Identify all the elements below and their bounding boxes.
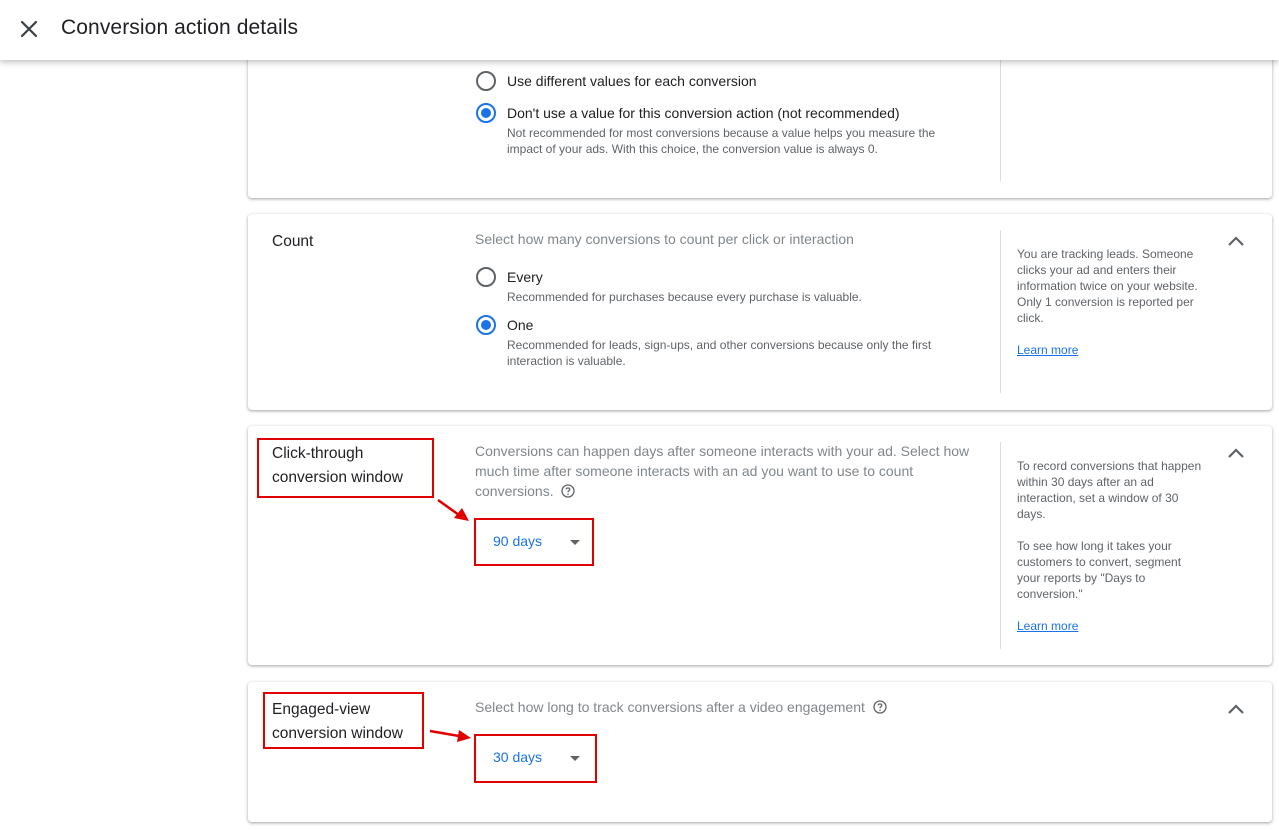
engaged-view-card: Engaged-view conversion window Select ho… — [248, 682, 1272, 822]
learn-more-container: Learn more — [1017, 618, 1202, 634]
side-help-text: To record conversions that happen within… — [1017, 459, 1202, 521]
radio-button-selected[interactable] — [476, 103, 496, 123]
page-title: Conversion action details — [61, 16, 299, 39]
learn-more-link[interactable]: Learn more — [1017, 343, 1078, 357]
count-card: Count Select how many conversions to cou… — [248, 214, 1272, 410]
radio-sublabel: Not recommended for most conversions bec… — [507, 126, 936, 156]
click-through-window-dropdown[interactable]: 90 days — [475, 520, 593, 564]
click-through-card: Click-through conversion window Conversi… — [248, 426, 1272, 665]
radio-button[interactable] — [476, 267, 496, 287]
vertical-divider — [1000, 230, 1001, 393]
help-icon[interactable] — [561, 483, 576, 503]
section-title-line: conversion window — [272, 469, 403, 486]
description-text: Conversions can happen days after someon… — [475, 443, 970, 499]
section-title: Engaged-view conversion window — [272, 698, 403, 746]
close-icon[interactable] — [16, 16, 42, 42]
description-text: Select how long to track conversions aft… — [475, 699, 865, 715]
dropdown-caret-icon — [570, 540, 580, 545]
section-description: Select how many conversions to count per… — [475, 231, 854, 247]
dropdown-value: 90 days — [493, 533, 543, 549]
radio-label: Don't use a value for this conversion ac… — [507, 105, 900, 121]
section-title-line: Click-through — [272, 445, 364, 462]
radio-button-selected[interactable] — [476, 315, 496, 335]
engaged-view-window-dropdown[interactable]: 30 days — [475, 736, 593, 780]
chevron-up-icon[interactable] — [1225, 699, 1247, 721]
radio-sublabel: Recommended for leads, sign-ups, and oth… — [507, 338, 932, 368]
side-help-text: You are tracking leads. Someone clicks y… — [1017, 247, 1198, 325]
radio-button[interactable] — [476, 71, 496, 91]
help-icon[interactable] — [873, 699, 887, 719]
section-title-line: Engaged-view — [272, 701, 371, 718]
vertical-divider — [1000, 442, 1001, 649]
section-title-line: conversion window — [272, 725, 403, 742]
radio-label: One — [507, 317, 534, 333]
dropdown-caret-icon — [570, 756, 580, 761]
chevron-up-icon[interactable] — [1225, 231, 1247, 253]
section-description: Conversions can happen days after someon… — [475, 441, 987, 503]
vertical-divider — [1000, 60, 1001, 181]
top-app-bar: Conversion action details — [0, 0, 1279, 60]
radio-label: Use different values for each conversion — [507, 73, 757, 89]
radio-label: Every — [507, 269, 543, 285]
dropdown-value: 30 days — [493, 749, 543, 765]
radio-sublabel: Recommended for purchases because every … — [507, 290, 862, 304]
section-description: Select how long to track conversions aft… — [475, 697, 887, 719]
learn-more-link[interactable]: Learn more — [1017, 619, 1078, 633]
side-help-text: To see how long it takes your customers … — [1017, 539, 1182, 601]
section-title: Click-through conversion window — [272, 442, 403, 490]
learn-more-container: Learn more — [1017, 342, 1202, 358]
section-title: Count — [272, 233, 314, 250]
value-card: Use different values for each conversion… — [248, 40, 1272, 198]
chevron-up-icon[interactable] — [1225, 443, 1247, 465]
